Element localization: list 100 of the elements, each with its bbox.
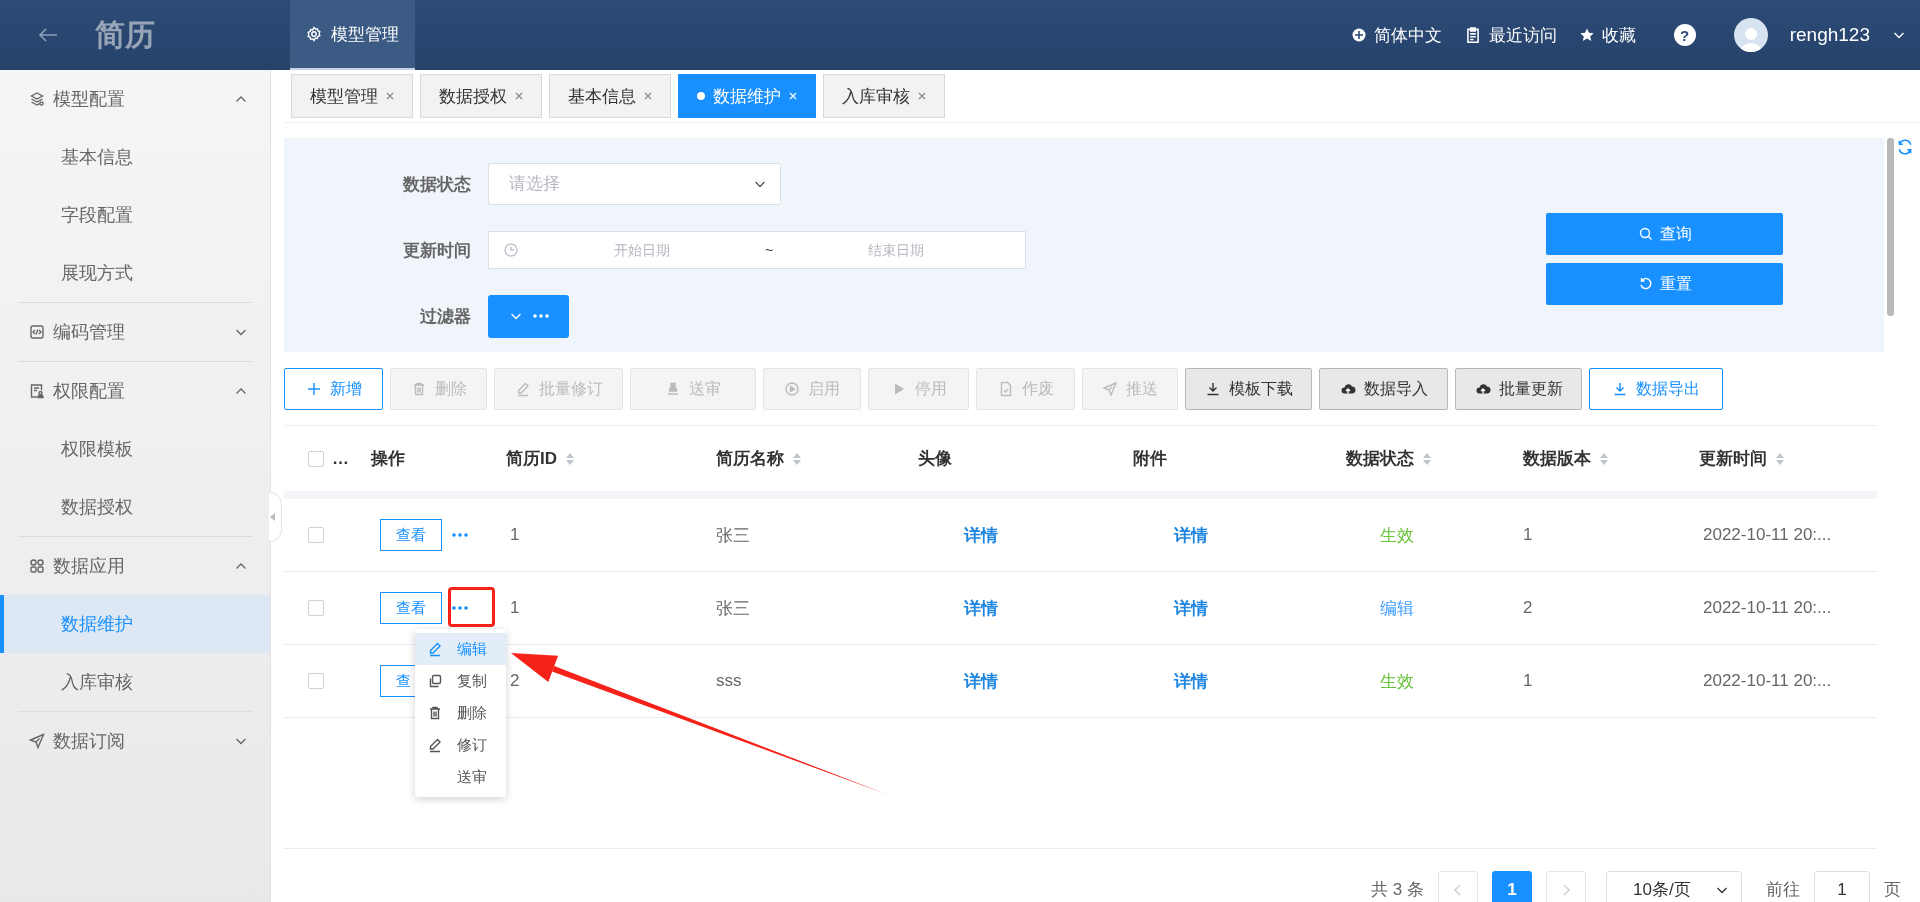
sort-icon[interactable]	[792, 451, 802, 466]
help-button[interactable]: ?	[1673, 24, 1696, 46]
toolbar-button[interactable]: 模板下载	[1185, 368, 1312, 410]
start-date-input[interactable]: 开始日期	[527, 241, 757, 259]
avatar[interactable]	[1733, 18, 1768, 52]
sidebar-group[interactable]: 权限配置	[0, 362, 270, 420]
sort-icon[interactable]	[1599, 451, 1609, 466]
page-tab[interactable]: 基本信息	[549, 74, 671, 118]
checkbox[interactable]	[308, 450, 324, 467]
status-select[interactable]: 请选择	[488, 163, 781, 205]
search-button[interactable]: 查询	[1546, 213, 1783, 255]
sidebar-item[interactable]: 展现方式	[0, 244, 270, 302]
goto-label: 前往	[1766, 879, 1800, 901]
table-cell-text: 张三	[716, 524, 750, 547]
menu-item[interactable]: 删除	[415, 697, 506, 729]
trash-icon	[427, 705, 443, 721]
table-cell: sss	[716, 671, 742, 691]
menu-item[interactable]: 修订	[415, 729, 506, 761]
page-number[interactable]: 1	[1492, 871, 1532, 902]
clock-icon	[503, 242, 519, 258]
sidebar-item[interactable]: 数据授权	[0, 478, 270, 536]
sort-icon[interactable]	[1775, 451, 1785, 466]
column-header: 操作	[371, 448, 405, 470]
next-page-button[interactable]	[1546, 871, 1586, 902]
menu-item[interactable]: 编辑	[415, 633, 506, 665]
refresh-icon	[1896, 138, 1914, 156]
total-count: 共 3 条	[1371, 879, 1424, 901]
sidebar-group[interactable]: 数据订阅	[0, 712, 270, 770]
table-cell: 2	[510, 671, 520, 691]
page-tab[interactable]: 数据维护	[678, 74, 816, 118]
layers-icon	[29, 91, 45, 107]
header-link[interactable]: 收藏	[1578, 23, 1636, 47]
status-text: 编辑	[1380, 597, 1414, 620]
sidebar-group[interactable]: 编码管理	[0, 303, 270, 361]
sidebar-group[interactable]: 模型配置	[0, 70, 270, 128]
toolbar-button[interactable]: 新增	[284, 368, 383, 410]
back-arrow-icon[interactable]	[37, 27, 58, 43]
page-tab[interactable]: 模型管理	[291, 74, 413, 118]
user-document-icon	[29, 383, 45, 399]
sidebar-item[interactable]: 权限模板	[0, 420, 270, 478]
user-name[interactable]: rengh123	[1789, 24, 1870, 46]
send-icon	[29, 733, 45, 749]
page-unit: 页	[1884, 879, 1901, 901]
detail-link[interactable]: 详情	[964, 596, 998, 620]
sidebar-group[interactable]: 数据应用	[0, 537, 270, 595]
more-icon	[452, 606, 468, 610]
column-header: 简历名称	[716, 448, 784, 470]
menu-item[interactable]: 送审	[415, 761, 506, 793]
filter-button[interactable]	[488, 294, 569, 338]
collapse-handle[interactable]	[269, 492, 282, 542]
close-icon[interactable]	[515, 92, 523, 100]
star-icon	[1578, 27, 1595, 43]
detail-link[interactable]: 详情	[1174, 523, 1208, 547]
close-icon[interactable]	[644, 92, 652, 100]
prev-page-button[interactable]	[1438, 871, 1478, 902]
sort-icon[interactable]	[565, 451, 575, 466]
search-icon	[1637, 226, 1654, 242]
status-text: 生效	[1380, 670, 1414, 693]
detail-link[interactable]: 详情	[964, 523, 998, 547]
checkbox[interactable]	[308, 600, 324, 616]
date-range-field[interactable]: 开始日期 ~ 结束日期	[488, 231, 1026, 269]
toolbar-button[interactable]: 批量更新	[1455, 368, 1582, 410]
header-link[interactable]: 最近访问	[1463, 23, 1557, 47]
page-tab[interactable]: 入库审核	[823, 74, 945, 118]
scrollbar[interactable]	[1887, 138, 1894, 316]
pen-icon	[427, 641, 443, 657]
column-header: …	[332, 448, 349, 469]
column-header: 更新时间	[1699, 448, 1767, 470]
view-button[interactable]: 查看	[380, 519, 442, 551]
detail-link[interactable]: 详情	[1174, 596, 1208, 620]
checkbox[interactable]	[308, 527, 324, 543]
sort-icon[interactable]	[1422, 451, 1432, 466]
page-tab[interactable]: 数据授权	[420, 74, 542, 118]
sidebar-item[interactable]: 基本信息	[0, 128, 270, 186]
table-cell: 2022-10-11 20:...	[1703, 671, 1832, 691]
table-cell: 1	[510, 598, 520, 618]
end-date-input[interactable]: 结束日期	[781, 241, 1011, 259]
toolbar-button[interactable]: 数据导入	[1319, 368, 1448, 410]
toolbar-button[interactable]: 数据导出	[1589, 368, 1723, 410]
sidebar-item[interactable]: 入库审核	[0, 653, 270, 711]
detail-link[interactable]: 详情	[1174, 669, 1208, 693]
nav-tab[interactable]: 模型管理	[290, 0, 415, 70]
checkbox[interactable]	[308, 673, 324, 689]
table-cell-text: 张三	[716, 597, 750, 620]
close-icon[interactable]	[918, 92, 926, 100]
header-link[interactable]: 简体中文	[1350, 23, 1442, 47]
status-text: 生效	[1380, 524, 1414, 547]
detail-link[interactable]: 详情	[964, 669, 998, 693]
chevron-left-icon	[1453, 882, 1463, 897]
close-icon[interactable]	[386, 92, 394, 100]
field-label: 更新时间	[402, 239, 471, 262]
table-cell: 1	[1523, 671, 1533, 691]
code-icon	[29, 324, 45, 340]
sidebar-item[interactable]: 字段配置	[0, 186, 270, 244]
view-button[interactable]: 查看	[380, 592, 442, 624]
reset-button[interactable]: 重置	[1546, 263, 1783, 305]
table-cell: 2022-10-11 20:...	[1703, 525, 1832, 545]
page-input[interactable]: 1	[1814, 871, 1870, 902]
sidebar-item[interactable]: 数据维护	[0, 595, 270, 653]
page-size-select[interactable]: 10条/页	[1606, 871, 1742, 902]
